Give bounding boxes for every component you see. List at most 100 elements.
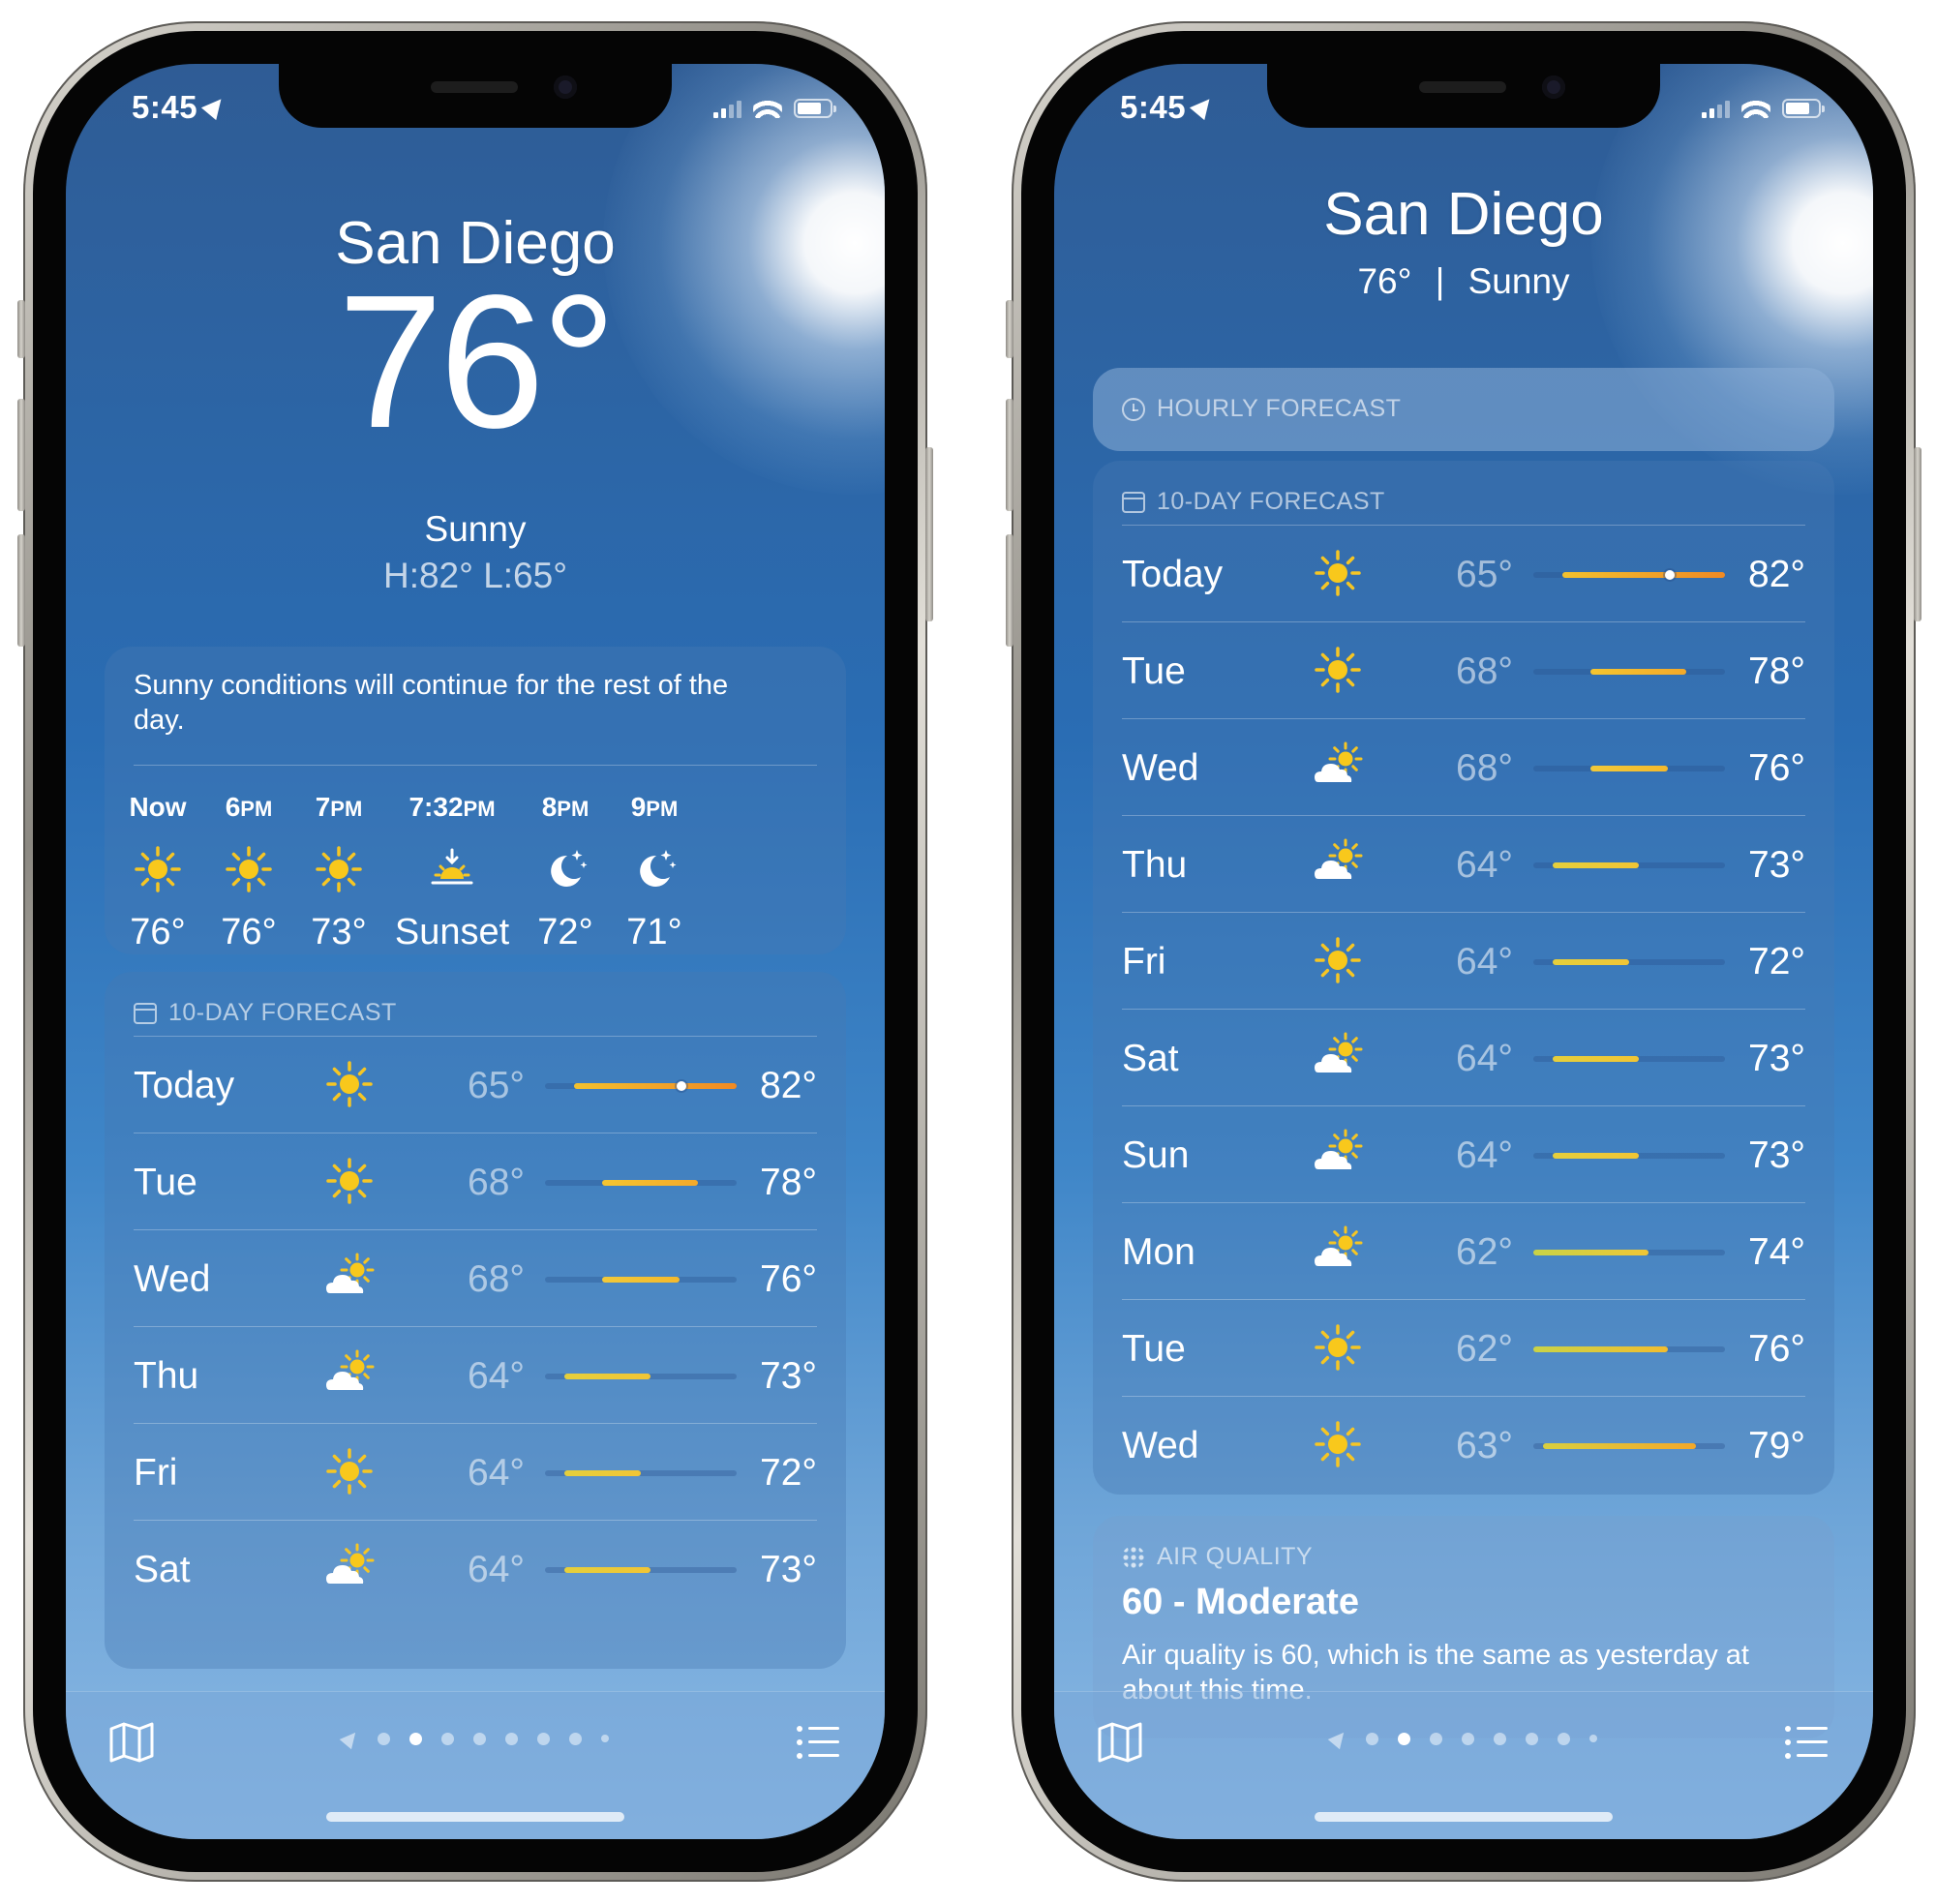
forecast-row[interactable]: Sun 64° 73° xyxy=(1122,1105,1805,1202)
forecast-row[interactable]: Wed 68° 76° xyxy=(1122,718,1805,815)
temp-range-bar xyxy=(545,1081,737,1091)
temp-range-fill xyxy=(1590,766,1668,771)
temp-range-bar xyxy=(1533,1346,1725,1352)
high-temp: 82° xyxy=(760,1065,817,1106)
hourly-card-collapsed[interactable]: HOURLY FORECAST xyxy=(1093,368,1834,451)
temp-range-fill xyxy=(573,1083,737,1089)
temp-range-bar xyxy=(1533,1153,1725,1159)
page-dot[interactable] xyxy=(472,1732,486,1745)
volume-down-button xyxy=(1006,534,1013,647)
high-temp: 78° xyxy=(760,1162,817,1203)
page-dot[interactable] xyxy=(1525,1732,1538,1745)
forecast-row[interactable]: Fri 64° 72° xyxy=(134,1423,817,1520)
page-dot[interactable] xyxy=(377,1732,390,1745)
battery-icon xyxy=(1782,99,1825,118)
page-dot[interactable] xyxy=(408,1732,422,1745)
temp-condition-line: 76° | Sunny xyxy=(1054,261,1873,302)
forecast-row[interactable]: Today 65° 82° xyxy=(1122,525,1805,621)
day-name: Tue xyxy=(1122,650,1186,692)
forecast-row[interactable]: Tue 62° 76° xyxy=(1122,1299,1805,1396)
page-dot[interactable] xyxy=(1588,1735,1597,1742)
sun-icon xyxy=(1311,643,1365,697)
list-icon[interactable] xyxy=(796,1725,840,1760)
ten-day-card[interactable]: 10-DAY FORECAST Today 65° 82° Tue 68° 78° Wed … xyxy=(1093,461,1834,1495)
low-temp: 64° xyxy=(468,1452,525,1494)
temp-range-bar xyxy=(1533,669,1725,675)
forecast-row[interactable]: Wed 68° 76° xyxy=(134,1229,817,1326)
ten-day-header: 10-DAY FORECAST xyxy=(134,999,397,1027)
page-dot[interactable] xyxy=(504,1732,518,1745)
temp-range-fill xyxy=(1561,572,1725,578)
air-quality-icon xyxy=(1122,1545,1145,1569)
forecast-row[interactable]: Mon 62° 74° xyxy=(1122,1202,1805,1299)
day-name: Tue xyxy=(1122,1328,1186,1370)
high-temp: 72° xyxy=(1748,941,1805,982)
list-icon[interactable] xyxy=(1784,1725,1829,1760)
day-name: Tue xyxy=(134,1162,197,1203)
page-dot[interactable] xyxy=(1493,1732,1506,1745)
current-temperature: 76° xyxy=(1357,261,1412,301)
low-temp: 64° xyxy=(1456,941,1513,982)
hourly-header: HOURLY FORECAST xyxy=(1122,395,1401,423)
volume-up-button xyxy=(1006,399,1013,511)
forecast-row[interactable]: Sat 64° 73° xyxy=(134,1520,817,1617)
sun-icon xyxy=(322,1057,377,1111)
high-temp: 76° xyxy=(1748,1328,1805,1370)
status-time: 5:45 xyxy=(132,89,229,126)
side-button xyxy=(925,447,933,621)
home-indicator xyxy=(1315,1812,1613,1822)
page-dot[interactable] xyxy=(440,1732,454,1745)
location-page-icon[interactable] xyxy=(1327,1727,1349,1750)
low-temp: 64° xyxy=(468,1355,525,1397)
page-indicator[interactable] xyxy=(66,1727,885,1750)
signal-icon xyxy=(713,101,741,118)
mute-switch xyxy=(1006,300,1013,358)
high-temp: 82° xyxy=(1748,554,1805,595)
temp-range-bar xyxy=(1533,1443,1725,1449)
low-temp: 65° xyxy=(1456,554,1513,595)
sun-icon xyxy=(1311,1417,1365,1471)
current-condition: Sunny xyxy=(424,509,527,549)
low-temp: 64° xyxy=(1456,1038,1513,1079)
location-arrow-icon xyxy=(1189,92,1218,121)
page-dot[interactable] xyxy=(536,1732,550,1745)
temp-range-bar xyxy=(1533,570,1725,580)
page-dot[interactable] xyxy=(1429,1732,1442,1745)
status-icons xyxy=(713,95,836,118)
page-dot[interactable] xyxy=(1557,1732,1570,1745)
day-name: Wed xyxy=(134,1258,211,1300)
moon-stars-icon xyxy=(627,842,681,896)
page-dot[interactable] xyxy=(568,1732,582,1745)
page-dot[interactable] xyxy=(1461,1732,1474,1745)
ten-day-card[interactable]: 10-DAY FORECAST Today 65° 82° Tue 68° 78° Wed … xyxy=(105,972,846,1669)
separator: | xyxy=(1435,261,1445,301)
location-page-icon[interactable] xyxy=(339,1727,361,1750)
phone-left: 5:45 San Diego 76° Sunny H:82° L:65° Sun… xyxy=(17,21,933,1882)
hourly-card[interactable]: Sunny conditions will continue for the r… xyxy=(105,647,846,954)
forecast-row[interactable]: Thu 64° 73° xyxy=(1122,815,1805,912)
forecast-row[interactable]: Sat 64° 73° xyxy=(1122,1009,1805,1105)
high-temp: 72° xyxy=(760,1452,817,1494)
forecast-row[interactable]: Thu 64° 73° xyxy=(134,1326,817,1423)
forecast-row[interactable]: Fri 64° 72° xyxy=(1122,912,1805,1009)
page-dot[interactable] xyxy=(1397,1732,1410,1745)
forecast-row[interactable]: Wed 63° 79° xyxy=(1122,1396,1805,1493)
page-dot[interactable] xyxy=(600,1735,609,1742)
page-dot[interactable] xyxy=(1365,1732,1378,1745)
phone-right: 5:45 San Diego 76° | Sunny HOURLY FORECA… xyxy=(1006,21,1921,1882)
air-quality-header: AIR QUALITY xyxy=(1122,1543,1313,1571)
day-name: Today xyxy=(1122,554,1224,595)
high-temp: 73° xyxy=(1748,1134,1805,1176)
cloud-sun-icon xyxy=(322,1347,377,1402)
hour-temp: 71° xyxy=(626,912,682,952)
sun-icon xyxy=(312,842,366,896)
sun-icon xyxy=(1311,546,1365,600)
page-indicator[interactable] xyxy=(1054,1727,1873,1750)
day-name: Sat xyxy=(134,1549,191,1590)
forecast-row[interactable]: Tue 68° 78° xyxy=(1122,621,1805,718)
cloud-sun-icon xyxy=(1311,836,1365,891)
bottom-toolbar xyxy=(66,1691,885,1839)
forecast-row[interactable]: Today 65° 82° xyxy=(134,1036,817,1133)
ten-day-header: 10-DAY FORECAST xyxy=(1122,488,1385,516)
forecast-row[interactable]: Tue 68° 78° xyxy=(134,1133,817,1229)
